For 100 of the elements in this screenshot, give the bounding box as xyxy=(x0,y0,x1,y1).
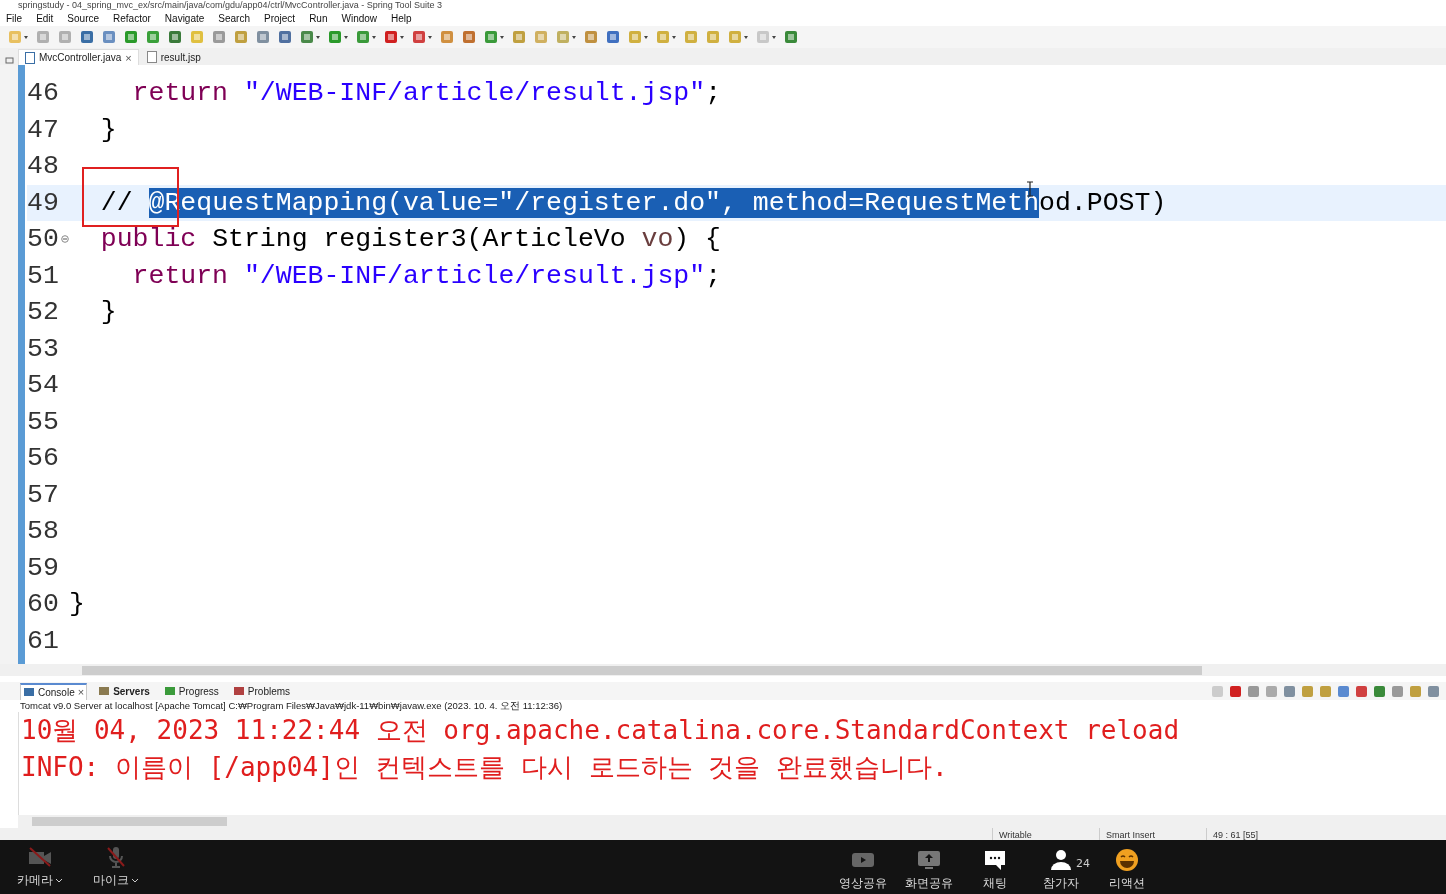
toolbar-button[interactable] xyxy=(460,28,478,46)
screen-share-icon xyxy=(917,850,941,870)
toolbar-button[interactable] xyxy=(298,28,322,46)
problems-icon xyxy=(232,686,245,697)
toolbar-button[interactable] xyxy=(582,28,600,46)
console-tool-icon[interactable] xyxy=(1337,684,1350,698)
laughing-face-icon xyxy=(1115,848,1139,872)
file-icon xyxy=(146,51,157,63)
play-icon xyxy=(851,851,875,869)
toolbar-button[interactable] xyxy=(482,28,506,46)
console-tool-icon[interactable] xyxy=(1247,684,1260,698)
menu-item[interactable]: File xyxy=(6,13,23,24)
person-icon xyxy=(1050,849,1072,871)
console-tool-icon[interactable] xyxy=(1319,684,1332,698)
console-tool-icon[interactable] xyxy=(1355,684,1368,698)
line-number: 52 xyxy=(27,296,60,329)
caret-icon xyxy=(55,877,63,884)
toolbar-button[interactable] xyxy=(354,28,378,46)
toolbar-button[interactable] xyxy=(510,28,528,46)
console-tool-icon[interactable] xyxy=(1265,684,1278,698)
line-number: 59 xyxy=(27,551,60,585)
console-tab[interactable]: Console × xyxy=(20,682,88,700)
console-tool-icon[interactable] xyxy=(1301,684,1314,698)
console-tool-icon[interactable] xyxy=(1409,684,1422,698)
code-line: return "/WEB-INF/article/result.jsp"; xyxy=(131,77,722,110)
console-tool-icon[interactable] xyxy=(1283,684,1296,698)
console-tool-icon[interactable] xyxy=(1373,684,1386,698)
meeting-button[interactable]: 카메라 xyxy=(12,845,68,889)
line-number: 50 xyxy=(27,223,60,256)
meeting-button[interactable]: 리액션 xyxy=(1099,848,1155,892)
console-tool-icon[interactable] xyxy=(1427,684,1440,698)
console-tab[interactable]: Progress xyxy=(160,682,222,700)
editor-tab[interactable]: MvcController.java × xyxy=(18,49,139,65)
line-number: 60 xyxy=(27,588,60,621)
line-number: 47 xyxy=(27,113,60,147)
line-number: 49 xyxy=(27,186,60,220)
code-line: return "/WEB-INF/article/result.jsp"; xyxy=(131,259,722,293)
toolbar-button[interactable] xyxy=(122,28,140,46)
menu-item[interactable]: Run xyxy=(309,13,328,24)
console-line: 10월 04, 2023 11:22:44 오전 org.apache.catalina.core.StandardContext reload xyxy=(21,714,1181,747)
line-number: 57 xyxy=(27,478,60,512)
meeting-button[interactable]: 24 참가자 xyxy=(1033,848,1089,892)
console-line: INFO: 이름이 [/app04]인 컨텍스트를 다시 로드하는 것을 완료했습니다. xyxy=(21,750,949,784)
code-line: } xyxy=(99,296,117,329)
line-number: 46 xyxy=(27,77,60,110)
toolbar-button[interactable] xyxy=(438,28,456,46)
toolbar-button[interactable] xyxy=(78,28,96,46)
menu-item[interactable]: Edit xyxy=(36,13,54,24)
line-number: 48 xyxy=(27,150,60,183)
meeting-button[interactable]: 마이크 xyxy=(88,845,144,889)
toolbar-button[interactable] xyxy=(604,28,622,46)
camera-off-icon xyxy=(27,847,53,867)
toolbar-button[interactable] xyxy=(276,28,294,46)
toolbar-button[interactable] xyxy=(254,28,272,46)
caret-icon xyxy=(131,877,139,884)
menu-item[interactable]: Navigate xyxy=(164,13,205,24)
participant-count: 24 xyxy=(1076,857,1090,870)
toolbar-button[interactable] xyxy=(326,28,350,46)
code-line: public String register3(ArticleVo vo) { xyxy=(99,223,722,256)
mic-off-icon xyxy=(106,846,126,868)
progress-icon xyxy=(163,686,176,697)
chat-icon xyxy=(983,849,1007,871)
toolbar-button[interactable] xyxy=(782,28,800,46)
menu-item[interactable]: Refactor xyxy=(113,13,151,24)
toolbar-button[interactable] xyxy=(232,28,250,46)
line-number: 54 xyxy=(27,369,60,402)
code-line: } xyxy=(99,113,117,147)
console-tool-icon[interactable] xyxy=(1229,684,1242,698)
console-icon xyxy=(23,686,35,698)
meeting-button[interactable]: 영상공유 xyxy=(835,848,891,892)
menu-item[interactable]: Source xyxy=(67,13,100,24)
menu-item[interactable]: Window xyxy=(341,13,378,24)
close-icon[interactable]: × xyxy=(125,51,132,64)
restore-icon[interactable] xyxy=(4,55,16,65)
toolbar-button[interactable] xyxy=(410,28,434,46)
toolbar-button[interactable] xyxy=(382,28,406,46)
toolbar-button[interactable] xyxy=(166,28,184,46)
toolbar-button[interactable] xyxy=(210,28,228,46)
line-number: 55 xyxy=(27,405,60,439)
console-tab[interactable]: Servers xyxy=(95,682,153,700)
fold-icon[interactable] xyxy=(61,235,69,244)
console-tab[interactable]: Problems xyxy=(229,682,294,700)
scrollbar-thumb[interactable] xyxy=(32,817,227,826)
console-tool-icon[interactable] xyxy=(1391,684,1404,698)
menu-item[interactable]: Project xyxy=(264,13,296,24)
toolbar-button[interactable] xyxy=(144,28,162,46)
server-icon xyxy=(98,686,111,697)
menu-item[interactable]: Help xyxy=(391,13,412,24)
line-number: 61 xyxy=(27,624,60,658)
line-number: 58 xyxy=(27,515,60,548)
scrollbar-thumb[interactable] xyxy=(82,665,1202,675)
code-line: } xyxy=(69,588,85,621)
meeting-button[interactable]: 화면공유 xyxy=(901,848,957,892)
meeting-button[interactable]: 채팅 xyxy=(967,848,1023,892)
editor-tab[interactable]: result.jsp xyxy=(140,49,207,65)
toolbar-button[interactable] xyxy=(100,28,118,46)
window-title: springstudy - 04_spring_mvc_ex/src/main/java/com/gdu/app04/ctrl/MvcController.java - Spring Tool Suite 3 xyxy=(17,0,444,11)
close-icon[interactable]: × xyxy=(77,686,85,698)
menu-item[interactable]: Search xyxy=(218,13,250,24)
line-number: 56 xyxy=(27,442,60,475)
